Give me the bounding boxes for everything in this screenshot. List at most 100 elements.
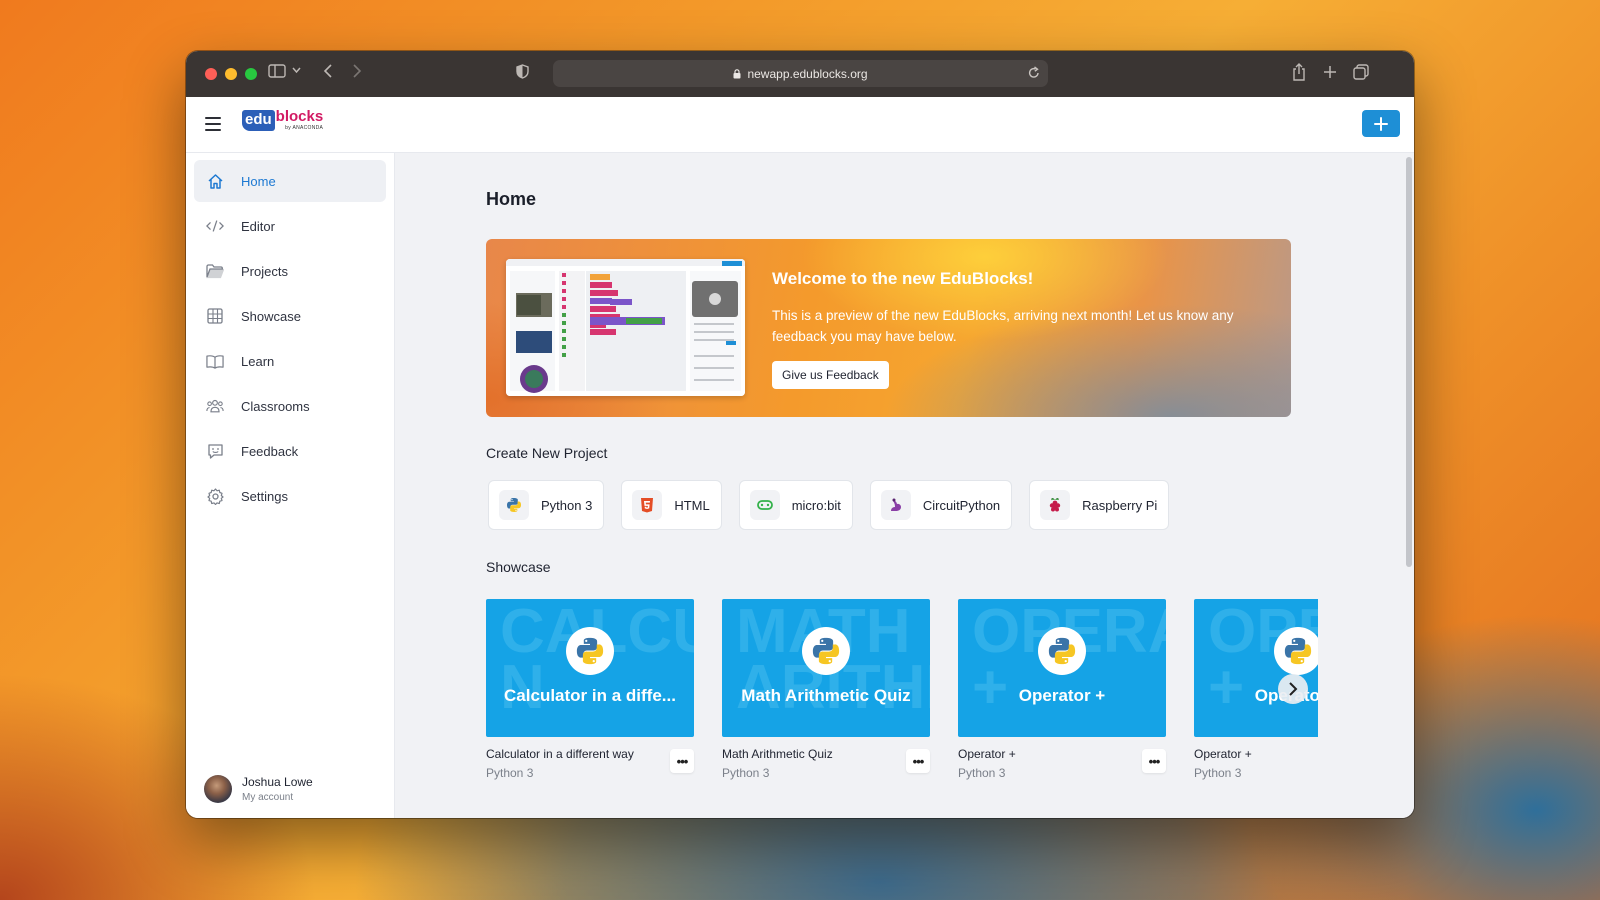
sidebar-item-label: Projects — [241, 263, 288, 279]
give-feedback-button[interactable]: Give us Feedback — [772, 361, 889, 389]
circuitpython-icon — [880, 490, 911, 520]
showcase-card[interactable]: CALCU N Calculator in a diffe... Calcula… — [486, 599, 694, 780]
welcome-banner: Welcome to the new EduBlocks! This is a … — [486, 239, 1291, 417]
chat-icon — [206, 442, 224, 460]
new-circuitpython-project-button[interactable]: CircuitPython — [869, 480, 1013, 530]
editor-preview-image — [506, 259, 745, 396]
project-language: Python 3 — [486, 766, 534, 780]
minimize-window-button[interactable] — [225, 68, 237, 80]
new-html-project-button[interactable]: HTML — [621, 480, 722, 530]
reload-icon[interactable] — [1028, 66, 1040, 79]
sidebar-item-label: Home — [241, 173, 276, 189]
logo-prefix: edu — [242, 110, 275, 131]
account-info: Joshua Lowe My account — [242, 775, 313, 803]
sidebar-item-label: Classrooms — [241, 398, 310, 414]
create-project-heading: Create New Project — [486, 445, 608, 461]
address-bar[interactable]: newapp.edublocks.org — [553, 60, 1048, 87]
python-icon — [1274, 627, 1318, 675]
banner-title: Welcome to the new EduBlocks! — [772, 269, 1034, 288]
share-icon[interactable] — [1292, 63, 1306, 81]
project-name[interactable]: Operator + — [1194, 747, 1318, 761]
showcase-carousel: CALCU N Calculator in a diffe... Calcula… — [486, 599, 1318, 799]
main-content: Home Welcome to the new EduBlocks! This … — [395, 153, 1404, 818]
project-language: Python 3 — [958, 766, 1006, 780]
sidebar-item-settings[interactable]: Settings — [194, 475, 386, 517]
sidebar-item-feedback[interactable]: Feedback — [194, 430, 386, 472]
sidebar-toggle-icon[interactable] — [268, 64, 286, 78]
new-microbit-project-button[interactable]: micro:bit — [738, 480, 853, 530]
plus-icon — [1374, 116, 1388, 131]
account-menu[interactable]: Joshua Lowe My account — [204, 775, 313, 803]
sidebar: Home Editor Projects Showcase Learn Clas… — [186, 153, 395, 818]
project-type-label: Raspberry Pi — [1082, 497, 1158, 513]
python-icon — [1038, 627, 1086, 675]
project-type-label: HTML — [674, 497, 710, 513]
menu-icon[interactable] — [205, 117, 221, 131]
microbit-icon — [749, 490, 780, 520]
new-python3-project-button[interactable]: Python 3 — [488, 480, 605, 530]
people-icon — [206, 397, 224, 415]
sidebar-item-editor[interactable]: Editor — [194, 205, 386, 247]
tab-overview-icon[interactable] — [1353, 64, 1369, 80]
thumbnail-title: Operator + — [1018, 686, 1106, 705]
forward-icon[interactable] — [352, 64, 362, 78]
chevron-right-icon — [1289, 682, 1298, 696]
showcase-thumbnail[interactable]: MATH ARITHM Math Arithmetic Quiz — [722, 599, 930, 737]
folder-icon — [206, 262, 224, 280]
more-options-button[interactable]: ••• — [670, 749, 694, 773]
browser-titlebar: newapp.edublocks.org — [186, 51, 1414, 97]
html5-icon — [632, 490, 663, 520]
sidebar-item-learn[interactable]: Learn — [194, 340, 386, 382]
project-name[interactable]: Operator + — [958, 747, 1166, 761]
banner-text: This is a preview of the new EduBlocks, … — [772, 308, 1234, 344]
edublocks-logo[interactable]: edu blocks by ANACONDA — [242, 109, 323, 131]
account-name: Joshua Lowe — [242, 775, 313, 789]
showcase-thumbnail[interactable]: OPERA + Operator + — [1194, 599, 1318, 737]
carousel-next-button[interactable] — [1278, 674, 1308, 704]
lock-icon — [733, 68, 741, 79]
home-icon — [206, 172, 224, 190]
python-icon — [566, 627, 614, 675]
scrollbar-thumb[interactable] — [1406, 157, 1412, 567]
sidebar-item-label: Showcase — [241, 308, 301, 324]
url-text: newapp.edublocks.org — [747, 66, 868, 81]
showcase-thumbnail[interactable]: CALCU N Calculator in a diffe... — [486, 599, 694, 737]
sidebar-item-home[interactable]: Home — [194, 160, 386, 202]
showcase-card[interactable]: OPERA + Operator + Operator + Python 3 •… — [958, 599, 1166, 780]
back-icon[interactable] — [323, 64, 333, 78]
raspberry-pi-icon — [1040, 490, 1071, 520]
scrollbar-track — [1404, 153, 1414, 818]
more-options-button[interactable]: ••• — [1142, 749, 1166, 773]
new-raspberry-pi-project-button[interactable]: Raspberry Pi — [1029, 480, 1170, 530]
add-project-button[interactable] — [1362, 110, 1400, 137]
book-icon — [206, 352, 224, 370]
more-options-button[interactable]: ••• — [906, 749, 930, 773]
sidebar-item-label: Learn — [241, 353, 275, 369]
project-name[interactable]: Math Arithmetic Quiz — [722, 747, 930, 761]
avatar — [204, 775, 232, 803]
showcase-heading: Showcase — [486, 559, 551, 575]
new-tab-icon[interactable] — [1323, 65, 1337, 79]
page-title: Home — [486, 189, 537, 209]
privacy-shield-icon[interactable] — [516, 64, 529, 79]
project-language: Python 3 — [722, 766, 770, 780]
showcase-thumbnail[interactable]: OPERA + Operator + — [958, 599, 1166, 737]
close-window-button[interactable] — [205, 68, 217, 80]
thumbnail-title: Calculator in a diffe... — [504, 686, 676, 705]
sidebar-item-label: Feedback — [241, 443, 299, 459]
browser-window: newapp.edublocks.org edu blocks by ANACO… — [186, 51, 1414, 818]
thumbnail-title: Math Arithmetic Quiz — [741, 686, 911, 705]
python-icon — [802, 627, 850, 675]
sidebar-item-projects[interactable]: Projects — [194, 250, 386, 292]
zoom-window-button[interactable] — [245, 68, 257, 80]
project-type-list: Python 3 HTML micro:bit CircuitPython Ra… — [488, 480, 1170, 530]
app-header: edu blocks by ANACONDA — [186, 97, 1414, 153]
showcase-card[interactable]: MATH ARITHM Math Arithmetic Quiz Math Ar… — [722, 599, 930, 780]
sidebar-item-showcase[interactable]: Showcase — [194, 295, 386, 337]
chevron-down-icon[interactable] — [292, 67, 301, 74]
project-name[interactable]: Calculator in a different way — [486, 747, 694, 761]
sidebar-nav: Home Editor Projects Showcase Learn Clas… — [186, 153, 394, 527]
sidebar-item-classrooms[interactable]: Classrooms — [194, 385, 386, 427]
sidebar-item-label: Settings — [241, 488, 288, 504]
sidebar-item-label: Editor — [241, 218, 275, 234]
